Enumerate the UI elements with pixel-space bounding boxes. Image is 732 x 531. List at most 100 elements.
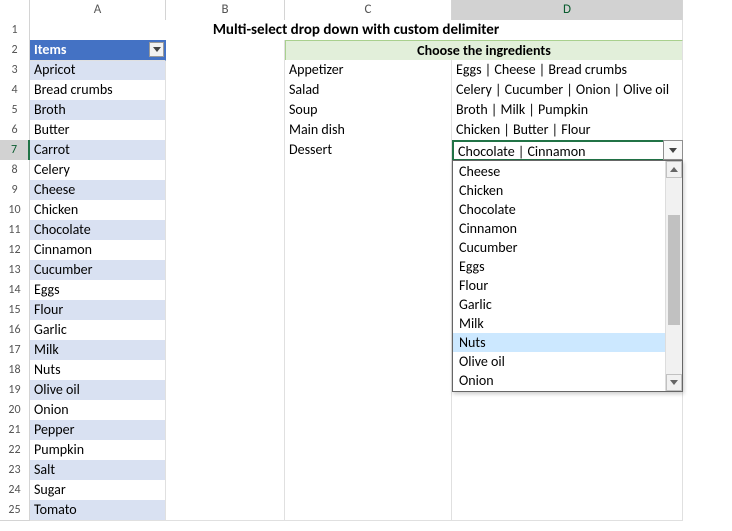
cell-C5[interactable]: Soup [285, 100, 452, 121]
cell-B19[interactable] [166, 380, 285, 401]
cell-A18[interactable]: Nuts [30, 360, 166, 381]
cell-C15[interactable] [285, 300, 452, 321]
cell-B15[interactable] [166, 300, 285, 321]
cell-A19[interactable]: Olive oil [30, 380, 166, 401]
cell-B6[interactable] [166, 120, 285, 141]
dropdown-option[interactable]: Garlic [453, 295, 665, 314]
cell-B9[interactable] [166, 180, 285, 201]
cell-B24[interactable] [166, 480, 285, 501]
row-header-19[interactable]: 19 [0, 380, 30, 401]
row-header-22[interactable]: 22 [0, 440, 30, 461]
row-header-1[interactable]: 1 [0, 20, 30, 41]
cell-B11[interactable] [166, 220, 285, 241]
cell-C16[interactable] [285, 320, 452, 341]
cell-A11[interactable]: Chocolate [30, 220, 166, 241]
row-header-23[interactable]: 23 [0, 460, 30, 481]
row-header-17[interactable]: 17 [0, 340, 30, 361]
row-header-2[interactable]: 2 [0, 40, 30, 61]
dropdown-option[interactable]: Cheese [453, 162, 665, 181]
cell-C11[interactable] [285, 220, 452, 241]
row-header-10[interactable]: 10 [0, 200, 30, 221]
cell-C19[interactable] [285, 380, 452, 401]
cell-C24[interactable] [285, 480, 452, 501]
cell-A13[interactable]: Cucumber [30, 260, 166, 281]
dropdown-option[interactable]: Onion [453, 371, 665, 390]
row-header-12[interactable]: 12 [0, 240, 30, 261]
cell-B7[interactable] [166, 140, 285, 161]
cell-C9[interactable] [285, 180, 452, 201]
cell-B14[interactable] [166, 280, 285, 301]
cell-B20[interactable] [166, 400, 285, 421]
scroll-up-button[interactable] [666, 161, 682, 178]
dropdown-option[interactable]: Chocolate [453, 200, 665, 219]
cell-D20[interactable] [452, 400, 683, 421]
dropdown-button[interactable] [663, 140, 683, 160]
corner-cell[interactable] [0, 0, 30, 22]
dropdown-option[interactable]: Flour [453, 276, 665, 295]
dropdown-scrollbar[interactable] [665, 161, 682, 391]
cell-A4[interactable]: Bread crumbs [30, 80, 166, 101]
row-header-20[interactable]: 20 [0, 400, 30, 421]
row-header-3[interactable]: 3 [0, 60, 30, 81]
cell-C18[interactable] [285, 360, 452, 381]
cell-B5[interactable] [166, 100, 285, 121]
cell-D21[interactable] [452, 420, 683, 441]
cell-D24[interactable] [452, 480, 683, 501]
page-title[interactable]: Multi-select drop down with custom delim… [30, 20, 683, 41]
dropdown-option[interactable]: Milk [453, 314, 665, 333]
cell-C6[interactable]: Main dish [285, 120, 452, 141]
cell-C3[interactable]: Appetizer [285, 60, 452, 81]
cell-C13[interactable] [285, 260, 452, 281]
cell-D23[interactable] [452, 460, 683, 481]
cell-C12[interactable] [285, 240, 452, 261]
cell-A8[interactable]: Celery [30, 160, 166, 181]
cell-D3[interactable]: Eggs | Cheese | Bread crumbs [452, 60, 683, 81]
dropdown-option[interactable]: Chicken [453, 181, 665, 200]
dropdown-option[interactable]: Cinnamon [453, 219, 665, 238]
col-header-B[interactable]: B [166, 0, 285, 22]
cell-A15[interactable]: Flour [30, 300, 166, 321]
filter-button[interactable] [149, 42, 164, 57]
cell-B12[interactable] [166, 240, 285, 261]
cell-A6[interactable]: Butter [30, 120, 166, 141]
row-header-21[interactable]: 21 [0, 420, 30, 441]
cell-D22[interactable] [452, 440, 683, 461]
col-header-C[interactable]: C [285, 0, 452, 22]
cell-A7[interactable]: Carrot [30, 140, 166, 161]
row-header-11[interactable]: 11 [0, 220, 30, 241]
cell-C21[interactable] [285, 420, 452, 441]
cell-A16[interactable]: Garlic [30, 320, 166, 341]
row-header-6[interactable]: 6 [0, 120, 30, 141]
cell-B23[interactable] [166, 460, 285, 481]
cell-C10[interactable] [285, 200, 452, 221]
cell-C7[interactable]: Dessert [285, 140, 452, 161]
row-header-18[interactable]: 18 [0, 360, 30, 381]
row-header-4[interactable]: 4 [0, 80, 30, 101]
cell-C22[interactable] [285, 440, 452, 461]
cell-B21[interactable] [166, 420, 285, 441]
cell-B13[interactable] [166, 260, 285, 281]
row-header-14[interactable]: 14 [0, 280, 30, 301]
scroll-thumb[interactable] [668, 215, 680, 325]
row-header-25[interactable]: 25 [0, 500, 30, 521]
cell-D4[interactable]: Celery | Cucumber | Onion | Olive oil [452, 80, 683, 101]
cell-A5[interactable]: Broth [30, 100, 166, 121]
cell-B2[interactable] [166, 40, 285, 61]
cell-C25[interactable] [285, 500, 452, 521]
cell-C20[interactable] [285, 400, 452, 421]
dropdown-option[interactable]: Eggs [453, 257, 665, 276]
cell-C23[interactable] [285, 460, 452, 481]
cell-D5[interactable]: Broth | Milk | Pumpkin [452, 100, 683, 121]
row-header-15[interactable]: 15 [0, 300, 30, 321]
row-header-24[interactable]: 24 [0, 480, 30, 501]
cell-C17[interactable] [285, 340, 452, 361]
row-header-16[interactable]: 16 [0, 320, 30, 341]
cell-B4[interactable] [166, 80, 285, 101]
cell-A3[interactable]: Apricot [30, 60, 166, 81]
cell-C4[interactable]: Salad [285, 80, 452, 101]
cell-A9[interactable]: Cheese [30, 180, 166, 201]
cell-A17[interactable]: Milk [30, 340, 166, 361]
cell-C8[interactable] [285, 160, 452, 181]
row-header-8[interactable]: 8 [0, 160, 30, 181]
cell-A21[interactable]: Pepper [30, 420, 166, 441]
